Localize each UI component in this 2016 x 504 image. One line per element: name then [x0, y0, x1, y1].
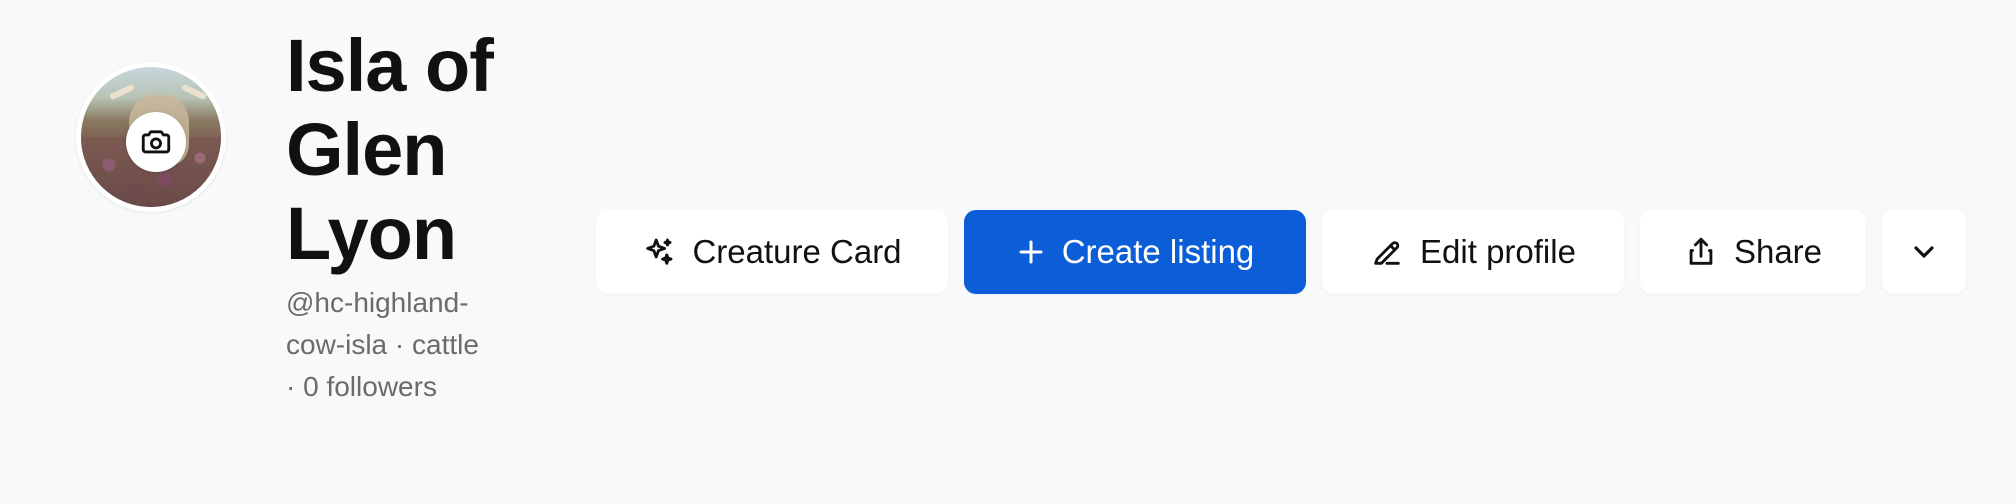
sparkle-icon — [646, 238, 673, 265]
more-options-button[interactable] — [1882, 210, 1966, 294]
chevron-down-icon — [1914, 246, 1934, 258]
plus-icon — [1019, 240, 1043, 264]
change-photo-button[interactable] — [126, 112, 186, 172]
avatar — [76, 62, 226, 212]
share-label: Share — [1733, 233, 1823, 270]
pencil-icon — [1374, 241, 1400, 265]
profile-meta: @hc-highland-cow-isla · cattle · 0 follo… — [286, 287, 479, 402]
create-listing-label: Create listing — [1061, 233, 1255, 270]
share-icon — [1689, 237, 1713, 265]
profile-name: Isla of Glen Lyon — [286, 24, 494, 275]
camera-icon — [141, 130, 171, 154]
share-button[interactable]: Share — [1640, 210, 1866, 294]
profile-header: Isla of Glen Lyon @hc-highland-cow-isla … — [0, 0, 2016, 504]
edit-profile-button[interactable]: Edit profile — [1322, 210, 1624, 294]
profile-info: Isla of Glen Lyon @hc-highland-cow-isla … — [286, 24, 526, 408]
edit-profile-label: Edit profile — [1420, 233, 1576, 270]
creature-card-button[interactable]: Creature Card — [596, 210, 948, 294]
profile-actions: Creature Card Create listing Edit profil… — [596, 210, 1966, 294]
avatar-image — [81, 67, 221, 207]
creature-card-label: Creature Card — [692, 233, 902, 270]
create-listing-button[interactable]: Create listing — [964, 210, 1306, 294]
